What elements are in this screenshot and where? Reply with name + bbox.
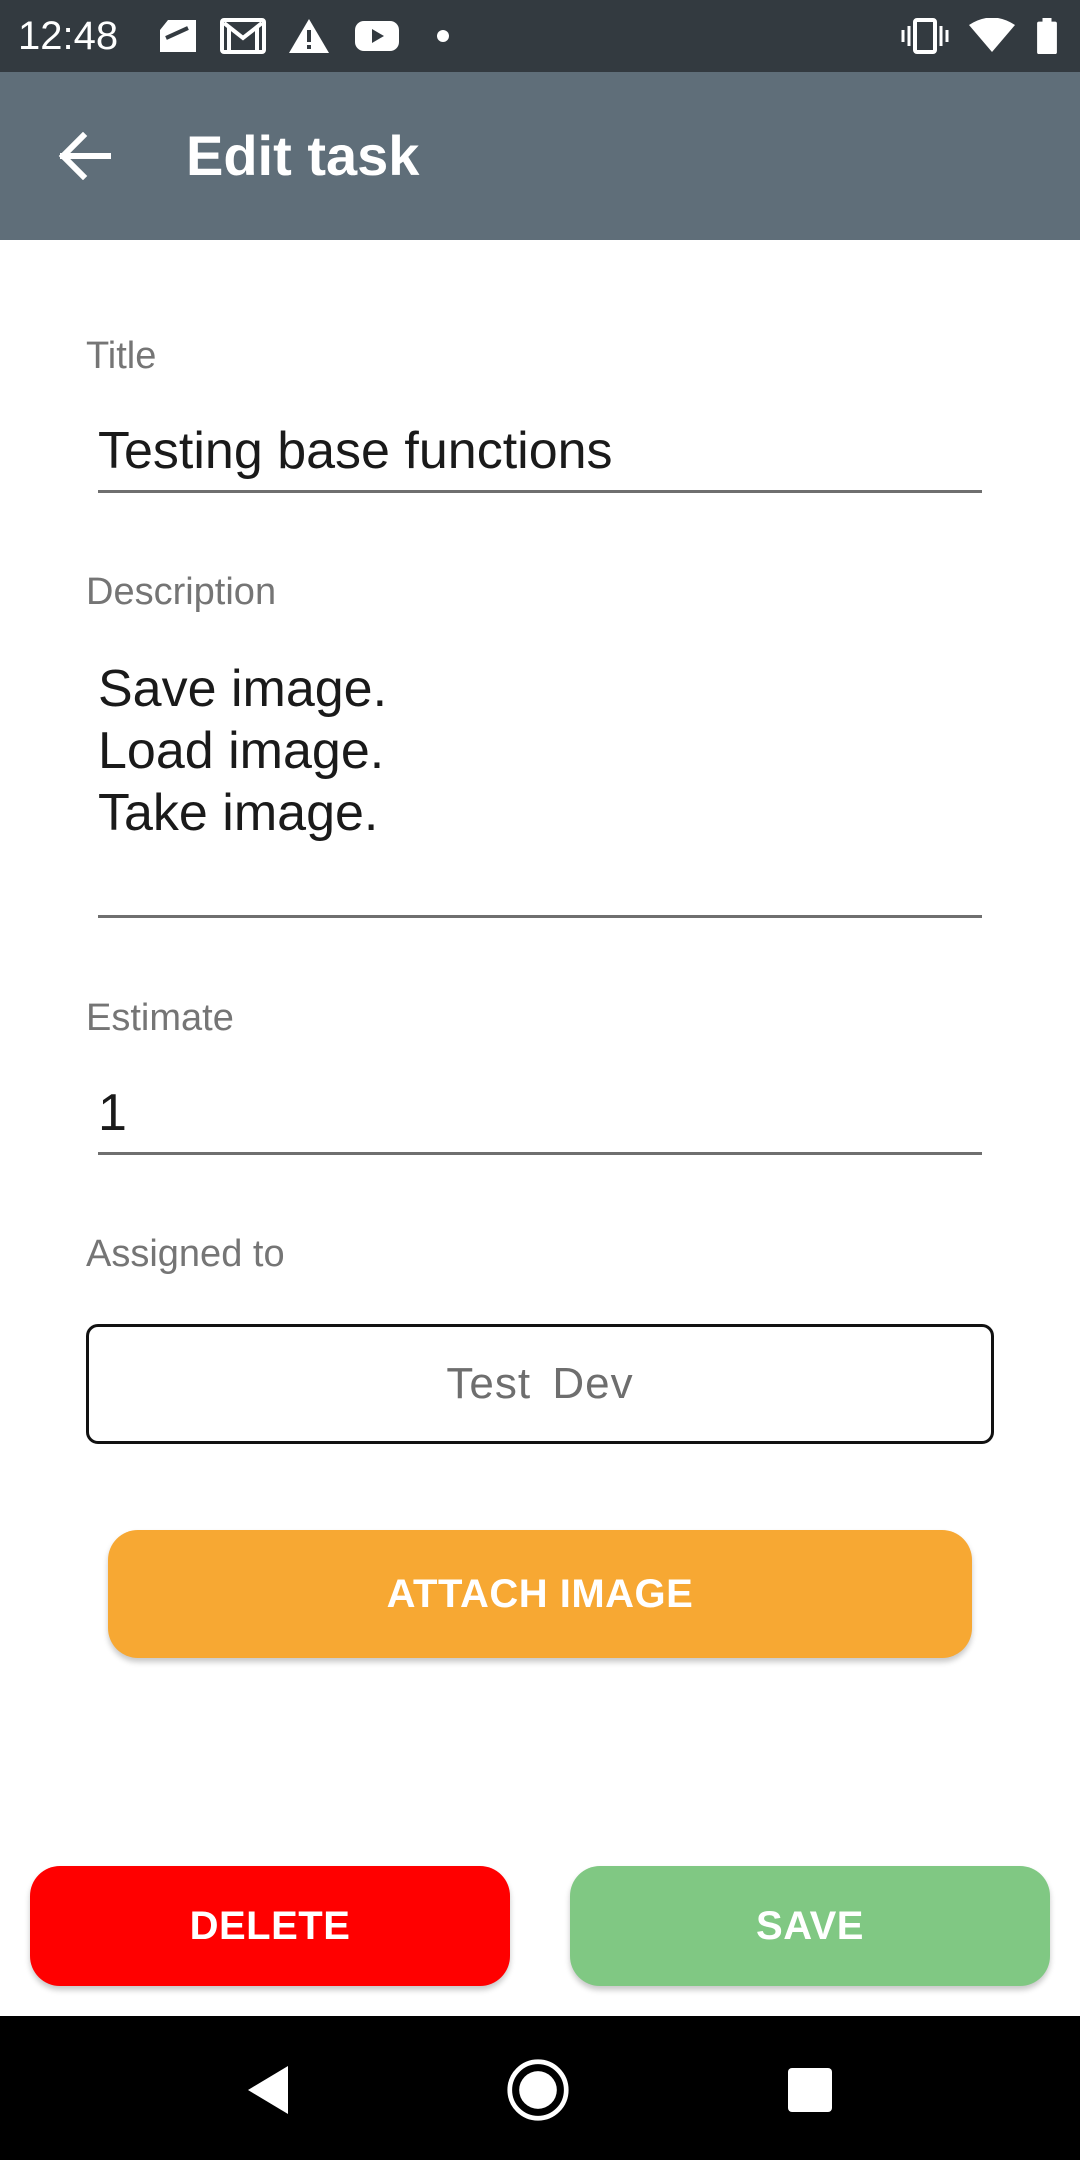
description-underline bbox=[98, 915, 982, 918]
youtube-icon bbox=[355, 21, 399, 51]
estimate-underline bbox=[98, 1152, 982, 1155]
title-underline bbox=[98, 490, 982, 493]
description-input[interactable]: Save image. Load image. Take image. bbox=[98, 658, 387, 844]
notification-dot-icon bbox=[437, 30, 449, 42]
description-label: Description bbox=[86, 571, 277, 613]
estimate-input[interactable]: 1 bbox=[98, 1082, 127, 1144]
back-button[interactable] bbox=[52, 124, 116, 188]
system-nav-bar bbox=[0, 2016, 1080, 2160]
attach-image-button[interactable]: ATTACH IMAGE bbox=[108, 1530, 972, 1658]
arrow-back-icon bbox=[58, 132, 111, 180]
app-bar: Edit task bbox=[0, 72, 1080, 240]
nav-back-button[interactable] bbox=[236, 2058, 300, 2122]
page-title: Edit task bbox=[186, 124, 420, 187]
title-label: Title bbox=[86, 335, 157, 377]
battery-icon bbox=[1037, 18, 1057, 54]
assignee-dropdown[interactable]: Test Dev bbox=[86, 1324, 994, 1444]
title-input[interactable]: Testing base functions bbox=[98, 420, 613, 482]
assignee-value: Test Dev bbox=[446, 1359, 634, 1408]
vibrate-icon bbox=[901, 18, 949, 54]
assigned-label: Assigned to bbox=[86, 1233, 285, 1275]
sim-card-icon bbox=[160, 20, 196, 52]
back-triangle-icon bbox=[248, 2066, 288, 2114]
nav-home-button[interactable] bbox=[506, 2058, 570, 2122]
wifi-icon bbox=[969, 18, 1015, 52]
gmail-icon bbox=[220, 18, 266, 54]
save-button[interactable]: SAVE bbox=[570, 1866, 1050, 1986]
recents-square-icon bbox=[788, 2068, 832, 2112]
estimate-label: Estimate bbox=[86, 997, 234, 1039]
warning-icon bbox=[289, 19, 329, 53]
status-bar: 12:48 bbox=[0, 0, 1080, 72]
delete-button[interactable]: DELETE bbox=[30, 1866, 510, 1986]
nav-recents-button[interactable] bbox=[778, 2058, 842, 2122]
status-time: 12:48 bbox=[18, 14, 119, 58]
home-circle-icon bbox=[507, 2059, 569, 2121]
